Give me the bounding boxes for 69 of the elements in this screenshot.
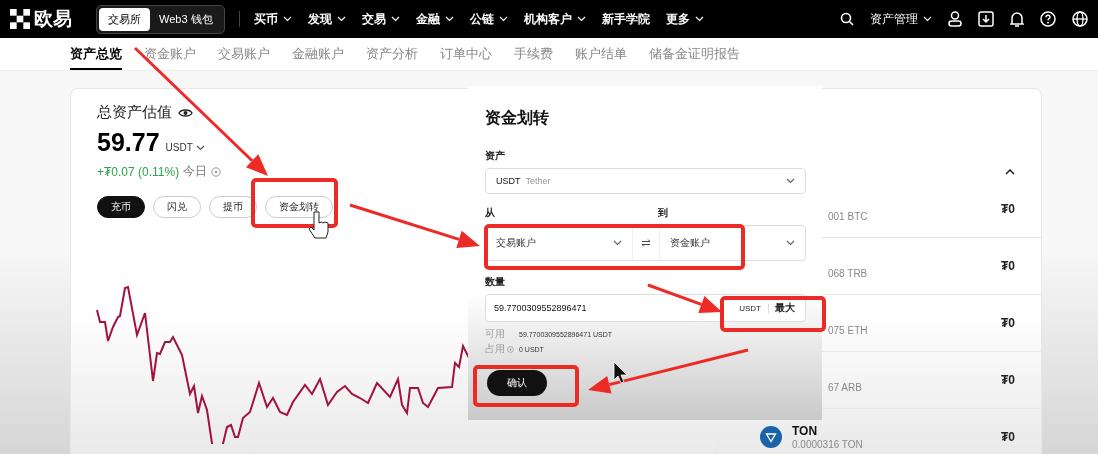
total-title: 总资产估值: [97, 103, 172, 122]
caret-icon: [786, 178, 795, 184]
menu-item[interactable]: 公链: [469, 10, 508, 28]
asset-select[interactable]: USDT Tether: [485, 168, 806, 194]
menu-item[interactable]: 交易: [361, 10, 400, 28]
globe-icon[interactable]: [1072, 11, 1088, 27]
search-icon[interactable]: [840, 12, 854, 26]
account-tab[interactable]: 账户结单: [575, 38, 627, 70]
field-label: 到: [658, 206, 668, 220]
currency-select[interactable]: USDT: [165, 142, 205, 153]
asset-value: ₮0: [1001, 373, 1015, 387]
user-icon[interactable]: [948, 11, 962, 27]
help-icon[interactable]: [1040, 11, 1056, 27]
menu-item[interactable]: 金融: [415, 10, 454, 28]
account-tab[interactable]: 资金账户: [144, 38, 196, 70]
max-button[interactable]: 最大: [769, 301, 801, 315]
menu-item[interactable]: 机构客户: [523, 10, 586, 28]
daily-change: +₮0.07 (0.11%): [97, 164, 180, 179]
account-tab[interactable]: 交易账户: [218, 38, 270, 70]
amount-field[interactable]: 59.7700309552896471 USDT 最大: [485, 294, 806, 322]
eye-icon[interactable]: [178, 107, 193, 118]
mode-tab[interactable]: Web3 钱包: [150, 7, 222, 31]
caret-icon: [923, 16, 932, 22]
account-tab[interactable]: 储备金证明报告: [649, 38, 740, 70]
asset-value: ₮0: [1001, 316, 1015, 330]
menu-item[interactable]: 买币: [253, 10, 292, 28]
mode-tab[interactable]: 交易所: [99, 7, 150, 31]
action-button[interactable]: 提币: [209, 196, 257, 218]
logo-text[interactable]: 欧易: [34, 6, 72, 32]
asset-value: ₮0: [1001, 259, 1015, 273]
menu-item[interactable]: 新手学院: [601, 10, 650, 28]
action-button[interactable]: 闪兑: [153, 196, 201, 218]
occupied-label: 占用: [485, 342, 505, 356]
account-tab[interactable]: 资产总览: [70, 38, 122, 70]
account-tab[interactable]: 金融账户: [292, 38, 344, 70]
action-button[interactable]: 充币: [97, 196, 145, 218]
menu-item[interactable]: 发现: [307, 10, 346, 28]
field-label: 数量: [485, 275, 506, 289]
action-button[interactable]: 资金划转: [265, 196, 333, 218]
asset-amount: 068 TRB: [828, 267, 868, 279]
logo-icon: [10, 9, 30, 29]
hand-cursor-icon: [308, 211, 329, 239]
asset-value: ₮0: [1001, 202, 1015, 216]
account-tab[interactable]: 资产分析: [366, 38, 418, 70]
caret-icon: [195, 144, 205, 151]
info-icon[interactable]: [211, 166, 222, 177]
chevron-up-icon[interactable]: [1005, 169, 1015, 175]
bell-icon[interactable]: [1010, 11, 1024, 27]
unit-label: USDT: [732, 303, 769, 313]
account-tab[interactable]: 订单中心: [440, 38, 492, 70]
asset-menu[interactable]: 资产管理: [870, 10, 932, 28]
available-label: 可用: [485, 327, 506, 341]
download-icon[interactable]: [978, 11, 994, 27]
dialog-title: 资金划转: [485, 108, 550, 128]
coin-icon: [760, 426, 782, 448]
asset-symbol: TON: [792, 424, 819, 438]
asset-amount: 67 ARB: [828, 381, 862, 393]
period-label: 今日: [183, 163, 208, 180]
asset-value: ₮0: [1001, 430, 1015, 444]
field-label: 资产: [485, 149, 506, 163]
asset-amount: 0.0000316 TON: [792, 439, 863, 450]
total-amount: 59.77: [97, 128, 160, 157]
menu-item[interactable]: 更多: [665, 10, 704, 28]
confirm-button[interactable]: 确认: [487, 370, 547, 396]
account-tab[interactable]: 手续费: [514, 38, 553, 70]
field-label: 从: [485, 206, 496, 220]
asset-amount: 001 BTC: [828, 210, 868, 222]
arrow-cursor-icon: [613, 361, 628, 384]
asset-amount: 075 ETH: [828, 324, 868, 336]
